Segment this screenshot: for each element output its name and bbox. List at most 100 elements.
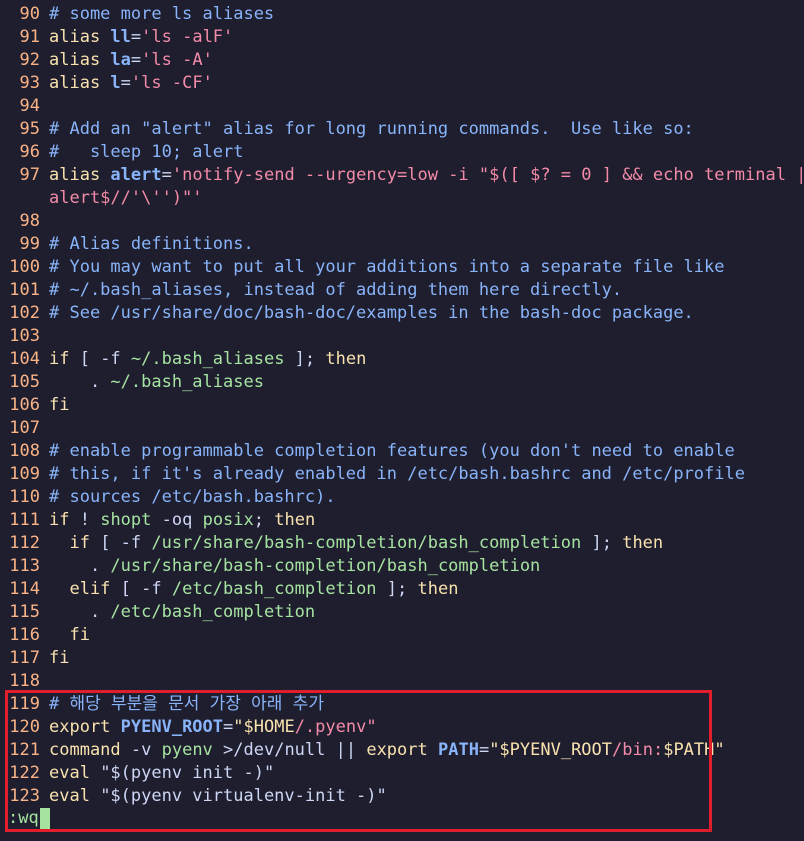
code-line[interactable]: 97 alias alert='notify-send --urgency=low…	[0, 164, 804, 187]
code-token: ];	[581, 533, 623, 553]
code-token: posix	[202, 510, 254, 530]
code-line[interactable]: 93 alias l='ls -CF'	[0, 72, 804, 95]
code-line[interactable]: 116 fi	[0, 624, 804, 647]
code-line[interactable]: 94	[0, 95, 804, 118]
code-line[interactable]: 91 alias ll='ls -alF'	[0, 26, 804, 49]
code-text: # ~/.bash_aliases, instead of adding the…	[49, 279, 622, 302]
code-token: # Alias definitions.	[49, 234, 254, 254]
code-token: alias	[49, 50, 111, 70]
code-token: 'notify-send --urgency=low -i "$([ $? = …	[171, 165, 804, 185]
code-line[interactable]: 115 . /etc/bash_completion	[0, 601, 804, 624]
line-number: 98	[19, 211, 40, 231]
code-text: if ! shopt -oq posix; then	[49, 509, 315, 532]
line-number: 110	[9, 487, 40, 507]
code-token: !	[69, 510, 101, 530]
code-line[interactable]: 96 # sleep 10; alert	[0, 141, 804, 164]
line-number: 114	[9, 579, 40, 599]
code-text: fi	[49, 647, 69, 670]
code-line[interactable]: 90 # some more ls aliases	[0, 3, 804, 26]
code-text: elif [ -f /etc/bash_completion ]; then	[49, 578, 458, 601]
line-number: 111	[9, 510, 40, 530]
code-token: ];	[284, 349, 326, 369]
line-number: 96	[19, 142, 40, 162]
code-token: .	[49, 372, 111, 392]
code-token: then	[622, 533, 664, 553]
code-token: =	[120, 73, 131, 93]
line-number: 116	[9, 625, 40, 645]
code-line[interactable]: alert$//'\'')"'	[0, 187, 804, 210]
editor-buffer[interactable]: 90 # some more ls aliases 91 alias ll='ls -…	[0, 3, 804, 808]
code-token: # Add an "alert" alias for long running …	[49, 119, 694, 139]
line-number: 115	[9, 602, 40, 622]
code-text: alias ll='ls -alF'	[49, 26, 233, 49]
code-line[interactable]: 100 # You may want to put all your additi…	[0, 256, 804, 279]
line-number: 109	[9, 464, 40, 484]
code-token: .	[49, 556, 111, 576]
code-token: alert$//'\'')"'	[49, 188, 203, 208]
code-token: [ -f	[110, 579, 172, 599]
code-token: =	[161, 165, 172, 185]
code-token: then	[274, 510, 316, 530]
code-text: . ~/.bash_aliases	[49, 371, 264, 394]
code-text: # Alias definitions.	[49, 233, 254, 256]
code-text: # Add an "alert" alias for long running …	[49, 118, 694, 141]
code-token: =	[130, 27, 142, 47]
code-line[interactable]: 112 if [ -f /usr/share/bash-completion/b…	[0, 532, 804, 555]
code-line[interactable]: 92 alias la='ls -A'	[0, 49, 804, 72]
code-line[interactable]: 110 # sources /etc/bash.bashrc).	[0, 486, 804, 509]
code-line[interactable]: 98	[0, 210, 804, 233]
code-token: # some more ls aliases	[49, 4, 275, 24]
code-line[interactable]: 114 elif [ -f /etc/bash_completion ]; th…	[0, 578, 804, 601]
code-token: [ -f	[89, 533, 152, 553]
code-text: . /etc/bash_completion	[49, 601, 315, 624]
code-token: .	[49, 602, 111, 622]
code-token: la	[110, 50, 131, 70]
code-line[interactable]: 101 # ~/.bash_aliases, instead of adding …	[0, 279, 804, 302]
line-number: 93	[19, 73, 40, 93]
code-line[interactable]: 95 # Add an "alert" alias for long runnin…	[0, 118, 804, 141]
code-token: alias	[49, 73, 111, 93]
code-token: # sleep 10; alert	[49, 142, 244, 162]
highlight-annotation-box	[5, 690, 712, 832]
code-line[interactable]: 107	[0, 417, 804, 440]
code-line[interactable]: 99 # Alias definitions.	[0, 233, 804, 256]
code-line[interactable]: 109 # this, if it's already enabled in /e…	[0, 463, 804, 486]
code-line[interactable]: 117 fi	[0, 647, 804, 670]
code-line[interactable]: 104 if [ -f ~/.bash_aliases ]; then	[0, 348, 804, 371]
line-number: 106	[9, 395, 40, 415]
code-line[interactable]: 106 fi	[0, 394, 804, 417]
line-number	[0, 187, 49, 210]
code-token: # this, if it's already enabled in /etc/…	[49, 464, 745, 484]
code-token: l	[110, 73, 121, 93]
code-line[interactable]: 108 # enable programmable completion feat…	[0, 440, 804, 463]
code-token: 'ls -alF'	[141, 27, 234, 47]
code-text: # sleep 10; alert	[49, 141, 243, 164]
code-token: -oq	[151, 510, 203, 530]
code-text: # sources /etc/bash.bashrc).	[49, 486, 336, 509]
code-token: ~/.bash_aliases	[110, 372, 264, 392]
line-number: 104	[9, 349, 40, 369]
code-line[interactable]: 103	[0, 325, 804, 348]
code-token: ~/.bash_aliases	[130, 349, 285, 369]
line-number: 102	[9, 303, 40, 323]
code-token: [ -f	[69, 349, 131, 369]
code-token: alert	[110, 165, 162, 185]
code-line[interactable]: 111 if ! shopt -oq posix; then	[0, 509, 804, 532]
code-token: /usr/share/bash-completion/bash_completi…	[110, 556, 541, 576]
code-token: then	[417, 579, 459, 599]
line-number: 113	[9, 556, 40, 576]
code-text: if [ -f /usr/share/bash-completion/bash_…	[49, 532, 663, 555]
line-number: 97	[19, 165, 40, 185]
code-line[interactable]: 113 . /usr/share/bash-completion/bash_co…	[0, 555, 804, 578]
code-token: # You may want to put all your additions…	[49, 257, 725, 277]
code-text: fi	[49, 624, 89, 647]
line-number: 90	[19, 4, 40, 24]
code-token: # enable programmable completion feature…	[49, 441, 735, 461]
code-token: # ~/.bash_aliases, instead of adding the…	[49, 280, 623, 300]
code-line[interactable]: 105 . ~/.bash_aliases	[0, 371, 804, 394]
code-token: ;	[253, 510, 275, 530]
line-number: 105	[9, 372, 40, 392]
line-number: 101	[9, 280, 40, 300]
code-token: =	[130, 50, 142, 70]
code-line[interactable]: 102 # See /usr/share/doc/bash-doc/example…	[0, 302, 804, 325]
